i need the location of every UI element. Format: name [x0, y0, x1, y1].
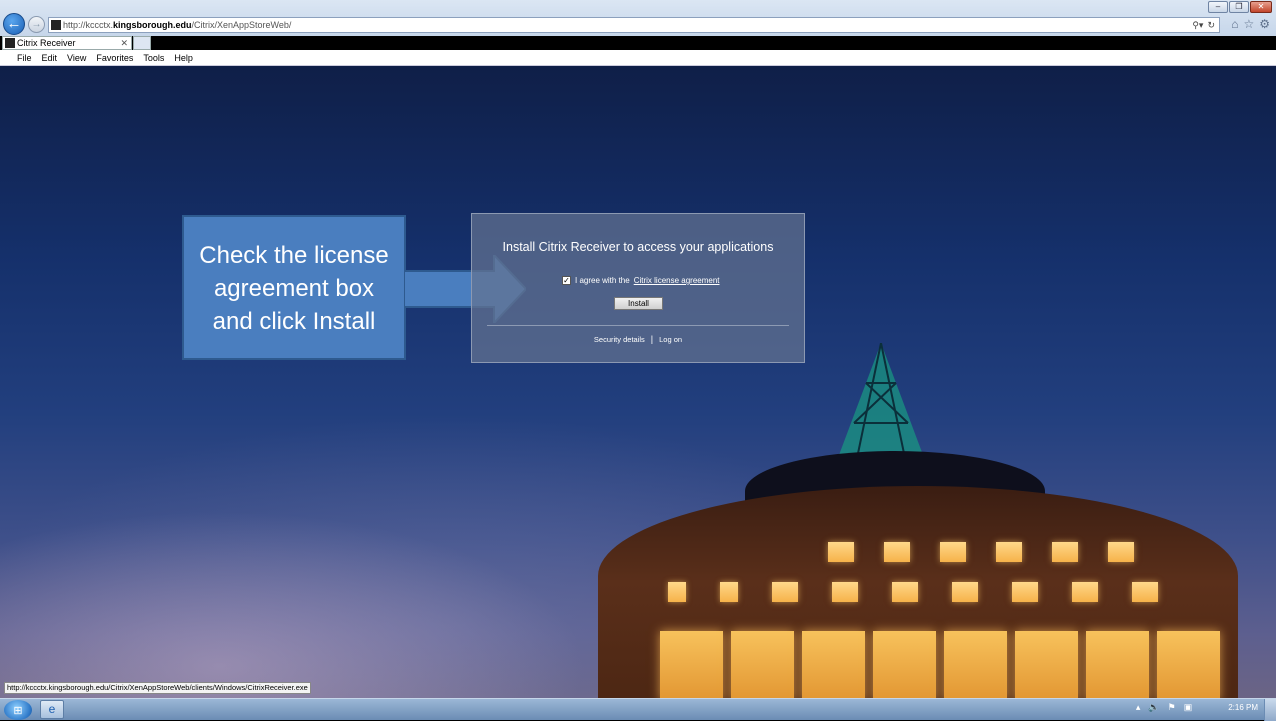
windows-logo-icon: ⊞: [13, 704, 23, 717]
tab-citrix-receiver[interactable]: Citrix Receiver ✕: [2, 36, 132, 50]
new-tab-button[interactable]: [133, 36, 151, 50]
license-agree-checkbox[interactable]: ✓: [562, 276, 571, 285]
panel-title: Install Citrix Receiver to access your a…: [502, 240, 774, 254]
tab-strip: Citrix Receiver ✕: [0, 36, 1276, 50]
taskbar-clock[interactable]: 2:16 PM: [1228, 703, 1258, 712]
menu-favorites[interactable]: Favorites: [91, 50, 138, 65]
menu-bar: File Edit View Favorites Tools Help: [0, 50, 1276, 66]
menu-view[interactable]: View: [62, 50, 91, 65]
forward-button[interactable]: →: [28, 16, 45, 33]
back-button[interactable]: ←: [3, 13, 25, 35]
license-agreement-row: ✓ I agree with the Citrix license agreem…: [562, 276, 720, 285]
status-bar-url: http://kccctx.kingsborough.edu/Citrix/Xe…: [4, 682, 311, 694]
search-icon[interactable]: ⚲▾: [1192, 18, 1203, 32]
network-icon[interactable]: ▣: [1184, 702, 1193, 713]
panel-divider: [487, 325, 789, 326]
address-bar[interactable]: http://kccctx.kingsborough.edu/Citrix/Xe…: [48, 17, 1220, 33]
action-center-icon[interactable]: ⚑: [1168, 702, 1176, 713]
instruction-callout: Check the license agreement box and clic…: [182, 215, 406, 360]
citrix-favicon-icon: [5, 38, 15, 48]
license-agreement-link[interactable]: Citrix license agreement: [634, 276, 720, 285]
show-desktop-button[interactable]: [1264, 699, 1276, 721]
citrix-favicon-icon: [51, 20, 61, 30]
home-icon[interactable]: ⌂: [1231, 17, 1238, 31]
address-prefix: http://kccctx.: [63, 20, 114, 30]
toolbar-icons: ⌂ ☆ ⚙: [1231, 17, 1270, 31]
start-button[interactable]: ⊞: [4, 700, 32, 720]
middle-windows: [668, 582, 1158, 602]
menu-edit[interactable]: Edit: [37, 50, 63, 65]
callout-line: Check the license: [199, 242, 389, 269]
install-button[interactable]: Install: [614, 297, 663, 310]
system-tray: ▴ 🔈 ⚑ ▣ 2:16 PM: [1136, 702, 1258, 713]
tab-title: Citrix Receiver: [17, 38, 76, 48]
tab-close-icon[interactable]: ✕: [120, 37, 128, 49]
lit-lower-floor: [660, 631, 1220, 698]
taskbar-internet-explorer[interactable]: e: [40, 700, 64, 719]
tower-structure: [836, 343, 926, 463]
tray-expand-icon[interactable]: ▴: [1136, 702, 1141, 713]
window-controls: – ❐ ✕: [1208, 1, 1272, 13]
address-domain: kingsborough.edu: [113, 20, 192, 30]
citrix-install-panel: Install Citrix Receiver to access your a…: [471, 213, 805, 363]
gear-icon[interactable]: ⚙: [1259, 17, 1270, 31]
menu-help[interactable]: Help: [169, 50, 198, 65]
footer-separator: |: [650, 334, 654, 344]
page-background: [0, 66, 1276, 698]
security-details-link[interactable]: Security details: [594, 335, 645, 344]
panel-footer: Security details | Log on: [472, 334, 804, 344]
browser-title-bar: – ❐ ✕ ← → http://kccctx.kingsborough.edu…: [0, 0, 1276, 36]
close-icon[interactable]: ✕: [1250, 1, 1272, 13]
favorites-star-icon[interactable]: ☆: [1243, 17, 1254, 31]
refresh-icon[interactable]: ↻: [1207, 18, 1215, 32]
windows-taskbar: ⊞ e ▴ 🔈 ⚑ ▣ 2:16 PM: [0, 698, 1276, 721]
address-path: /Citrix/XenAppStoreWeb/: [191, 20, 292, 30]
menu-tools[interactable]: Tools: [138, 50, 169, 65]
address-bar-icons: ⚲▾ ↻: [1192, 18, 1219, 32]
callout-line: and click Install: [212, 308, 376, 335]
restore-icon[interactable]: ❐: [1229, 1, 1249, 13]
menu-file[interactable]: File: [12, 50, 37, 65]
internet-explorer-icon: e: [48, 702, 56, 716]
minimize-icon[interactable]: –: [1208, 1, 1228, 13]
volume-icon[interactable]: 🔈: [1148, 702, 1159, 713]
agree-text: I agree with the: [575, 276, 630, 285]
callout-line: agreement box: [213, 275, 375, 302]
log-on-link[interactable]: Log on: [659, 335, 682, 344]
upper-windows: [828, 542, 1134, 562]
